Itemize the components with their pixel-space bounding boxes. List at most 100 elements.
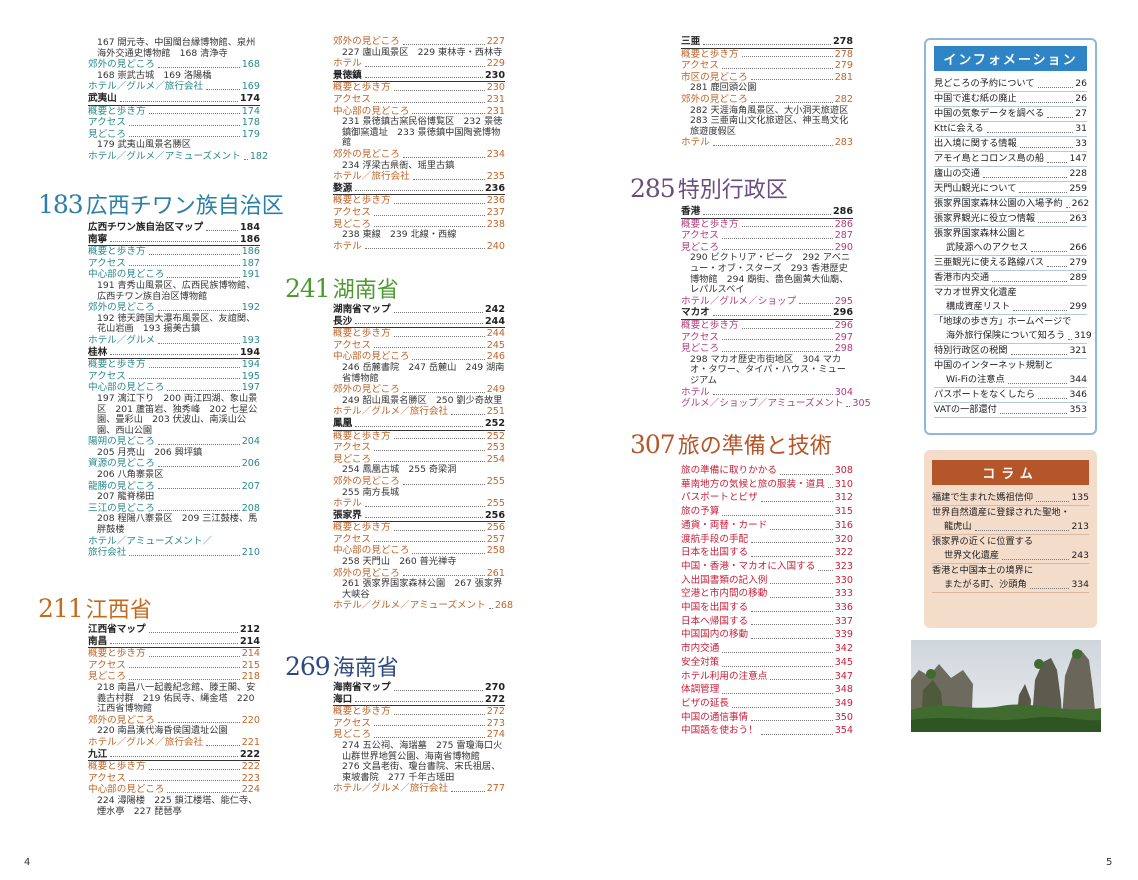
toc-entry[interactable]: アクセス 223 bbox=[88, 773, 260, 785]
toc-entry[interactable]: 旅行会社 210 bbox=[88, 547, 260, 559]
toc-entry[interactable]: 概要と歩き方 252 bbox=[333, 431, 505, 443]
toc-entry[interactable]: アクセス 187 bbox=[88, 258, 260, 270]
toc-entry[interactable]: ホテル／グルメ／旅行会社 221 bbox=[88, 737, 260, 749]
toc-entry[interactable]: 世界文化遺産 243 bbox=[932, 549, 1089, 564]
section-title[interactable]: 江西省 bbox=[86, 592, 152, 624]
toc-entry[interactable]: 桂林 194 bbox=[88, 347, 260, 360]
toc-entry[interactable]: 258 天門山 260 普光禅寺 bbox=[333, 556, 505, 568]
toc-entry[interactable]: ホテル 240 bbox=[333, 241, 505, 253]
toc-entry[interactable]: アモイ島とコロンス島の船 147 bbox=[934, 152, 1087, 167]
toc-entry[interactable]: ホテル／グルメ／アミューズメント 182 bbox=[88, 151, 268, 163]
toc-entry[interactable]: 191 青秀山風景区、広西民族博物館、広西チワン族自治区博物館 bbox=[88, 280, 260, 302]
toc-entry[interactable]: アクセス 245 bbox=[333, 340, 505, 352]
toc-entry[interactable]: 入出国書類の記入例 330 bbox=[681, 574, 853, 588]
toc-entry[interactable]: 郊外の見どころ 249 bbox=[333, 384, 505, 396]
toc-entry[interactable]: 227 廬山風景区 229 東林寺・西林寺 bbox=[333, 47, 505, 59]
toc-entry[interactable]: またがる町、沙頭角 334 bbox=[932, 578, 1089, 593]
toc-entry[interactable]: ホテル／アミューズメント／ bbox=[88, 536, 260, 548]
toc-entry[interactable]: 179 武夷山風景名勝区 bbox=[88, 140, 260, 151]
toc-entry[interactable]: 香港と中国本土の境界に bbox=[932, 564, 1089, 578]
toc-entry[interactable]: ホテル／グルメ／旅行会社 277 bbox=[333, 783, 505, 795]
toc-entry[interactable]: 中国語を使おう！ 354 bbox=[681, 724, 853, 738]
toc-entry[interactable]: 張家界 256 bbox=[333, 510, 505, 523]
section-title[interactable]: 広西チワン族自治区 bbox=[86, 188, 284, 220]
toc-entry[interactable]: 張家界国家森林公園と bbox=[934, 227, 1087, 241]
toc-entry[interactable]: 「地球の歩き方」ホームページで bbox=[934, 315, 1087, 329]
toc-entry[interactable]: アクセス 287 bbox=[681, 230, 853, 242]
toc-entry[interactable]: 概要と歩き方 174 bbox=[88, 106, 260, 118]
toc-entry[interactable]: 220 南昌漢代海昏侯国遺址公園 bbox=[88, 726, 260, 737]
toc-entry[interactable]: 郊外の見どころ 227 bbox=[333, 36, 505, 48]
toc-entry[interactable]: 郊外の見どころ 282 bbox=[681, 94, 853, 106]
toc-entry[interactable]: 郊外の見どころ 255 bbox=[333, 476, 505, 488]
toc-entry[interactable]: 旅の予算 315 bbox=[681, 505, 853, 519]
toc-entry[interactable]: 282 天涯海角風景区、大小洞天旅遊区 283 三亜南山文化旅遊区、神玉島文化旅… bbox=[681, 105, 857, 138]
toc-entry[interactable]: 福建で生まれた媽祖信仰 135 bbox=[932, 491, 1089, 506]
toc-entry[interactable]: 208 程陽八寨景区 209 三江鼓楼、馬胖鼓楼 bbox=[88, 514, 260, 535]
toc-entry[interactable]: ホテル／グルメ／旅行会社 251 bbox=[333, 406, 505, 418]
toc-entry[interactable]: 天門山観光について 259 bbox=[934, 182, 1087, 197]
toc-entry[interactable]: 九江 222 bbox=[88, 749, 260, 762]
toc-entry[interactable]: 中国の気象データを調べる 27 bbox=[934, 107, 1087, 122]
toc-entry[interactable]: 見どころの予約について 26 bbox=[934, 77, 1087, 92]
toc-entry[interactable]: 246 岳麓書院 247 岳麓山 249 湖南省博物館 bbox=[333, 362, 505, 384]
toc-entry[interactable]: 武陵源へのアクセス 266 bbox=[934, 241, 1087, 256]
toc-entry[interactable]: 249 韶山風景名勝区 250 劉少奇故里 bbox=[333, 395, 505, 407]
toc-entry[interactable]: 郊外の見どころ 192 bbox=[88, 302, 260, 314]
section-title[interactable]: 海南省 bbox=[333, 650, 399, 682]
toc-entry[interactable]: マカオ 296 bbox=[681, 307, 853, 320]
toc-entry[interactable]: 世界自然遺産に登録された聖地・ bbox=[932, 506, 1089, 520]
toc-entry[interactable]: 鳳凰 252 bbox=[333, 418, 505, 431]
toc-entry[interactable]: アクセス 253 bbox=[333, 442, 505, 454]
toc-entry[interactable]: 290 ビクトリア・ピーク 292 アベニュー・オブ・スターズ 293 香港歴史… bbox=[681, 253, 853, 295]
toc-entry[interactable]: 192 徳天跨国大瀑布風景区、友誼関、花山岩画 193 揚美古鎮 bbox=[88, 313, 260, 335]
toc-entry[interactable]: 概要と歩き方 296 bbox=[681, 320, 853, 332]
toc-entry[interactable]: 渡航手段の手配 320 bbox=[681, 533, 853, 547]
toc-entry[interactable]: 231 景徳鎮古窯民俗博覧区 232 景徳鎮御窯遺址 233 景徳鎮中国陶瓷博物… bbox=[333, 116, 505, 149]
toc-entry[interactable]: ホテル 255 bbox=[333, 498, 505, 510]
toc-entry[interactable]: 景徳鎮 230 bbox=[333, 70, 505, 83]
toc-entry[interactable]: 274 五公祠、海瑞墓 275 雷瓊海口火山群世界地質公園、海南省博物館 bbox=[333, 740, 505, 762]
toc-entry[interactable]: グルメ／ショップ／アミューズメント 305 bbox=[681, 398, 871, 410]
toc-entry[interactable]: 中国を出国する 336 bbox=[681, 601, 853, 615]
toc-entry[interactable]: 三亜 278 bbox=[681, 36, 853, 49]
toc-entry[interactable]: 中国で進む紙の廃止 26 bbox=[934, 92, 1087, 107]
toc-entry[interactable]: 234 浮梁古県衙、瑶里古鎮 bbox=[333, 160, 505, 172]
toc-entry[interactable]: パスポートをなくしたら 346 bbox=[934, 388, 1087, 403]
toc-entry[interactable]: 概要と歩き方 214 bbox=[88, 648, 260, 660]
toc-entry[interactable]: アクセス 279 bbox=[681, 60, 853, 72]
toc-entry[interactable]: 南昌 214 bbox=[88, 636, 260, 649]
toc-entry[interactable]: 概要と歩き方 186 bbox=[88, 246, 260, 258]
toc-entry[interactable]: 255 南方長城 bbox=[333, 487, 505, 499]
toc-entry[interactable]: 張家界の近くに位置する bbox=[932, 535, 1089, 549]
toc-entry[interactable]: Kttに会える 31 bbox=[934, 122, 1087, 137]
toc-entry[interactable]: ホテル 229 bbox=[333, 58, 505, 70]
toc-entry[interactable]: アクセス 237 bbox=[333, 207, 505, 219]
toc-entry[interactable]: 華南地方の気候と旅の服装・道具 310 bbox=[681, 478, 853, 492]
toc-entry[interactable]: 日本へ帰国する 337 bbox=[681, 615, 853, 629]
toc-entry[interactable]: 概要と歩き方 278 bbox=[681, 49, 853, 61]
section-title[interactable]: 湖南省 bbox=[333, 272, 399, 304]
toc-entry[interactable]: 構成資産リスト 299 bbox=[934, 300, 1087, 315]
toc-entry[interactable]: 武夷山 174 bbox=[88, 93, 260, 106]
toc-entry[interactable]: 276 文昌老街、瓊台書院、宋氏祖居、東坡書院 277 千年古瑶田 bbox=[333, 761, 505, 783]
toc-entry[interactable]: 中国のインターネット規制と bbox=[934, 359, 1087, 373]
toc-entry[interactable]: アクセス 231 bbox=[333, 94, 505, 106]
toc-entry[interactable]: 中国・香港・マカオに入国する 323 bbox=[681, 560, 853, 574]
toc-entry[interactable]: ホテル利用の注意点 347 bbox=[681, 670, 853, 684]
toc-entry[interactable]: 281 鹿回頭公園 bbox=[681, 83, 853, 94]
toc-entry[interactable]: 概要と歩き方 222 bbox=[88, 761, 260, 773]
section-title[interactable]: 旅の準備と技術 bbox=[678, 428, 832, 460]
toc-entry[interactable]: 空港と市内間の移動 333 bbox=[681, 587, 853, 601]
toc-entry[interactable]: 市内交通 342 bbox=[681, 642, 853, 656]
section-title[interactable]: 特別行政区 bbox=[678, 172, 788, 204]
toc-entry[interactable]: 通貨・両替・カード 316 bbox=[681, 519, 853, 533]
toc-entry[interactable]: 特別行政区の税関 321 bbox=[934, 344, 1087, 359]
toc-entry[interactable]: 張家界観光に役立つ情報 263 bbox=[934, 212, 1087, 227]
toc-entry[interactable]: 概要と歩き方 230 bbox=[333, 82, 505, 94]
toc-entry[interactable]: 197 漓江下り 200 両江四湖、象山景区 201 蘆笛岩、独秀峰 202 七… bbox=[88, 393, 260, 436]
toc-entry[interactable]: 湖南省マップ 242 bbox=[333, 304, 505, 316]
toc-entry[interactable]: 254 鳳凰古城 255 奇梁洞 bbox=[333, 465, 505, 476]
toc-entry[interactable]: 206 八角寨景区 bbox=[88, 469, 260, 481]
toc-entry[interactable]: 郊外の見どころ 234 bbox=[333, 149, 505, 161]
